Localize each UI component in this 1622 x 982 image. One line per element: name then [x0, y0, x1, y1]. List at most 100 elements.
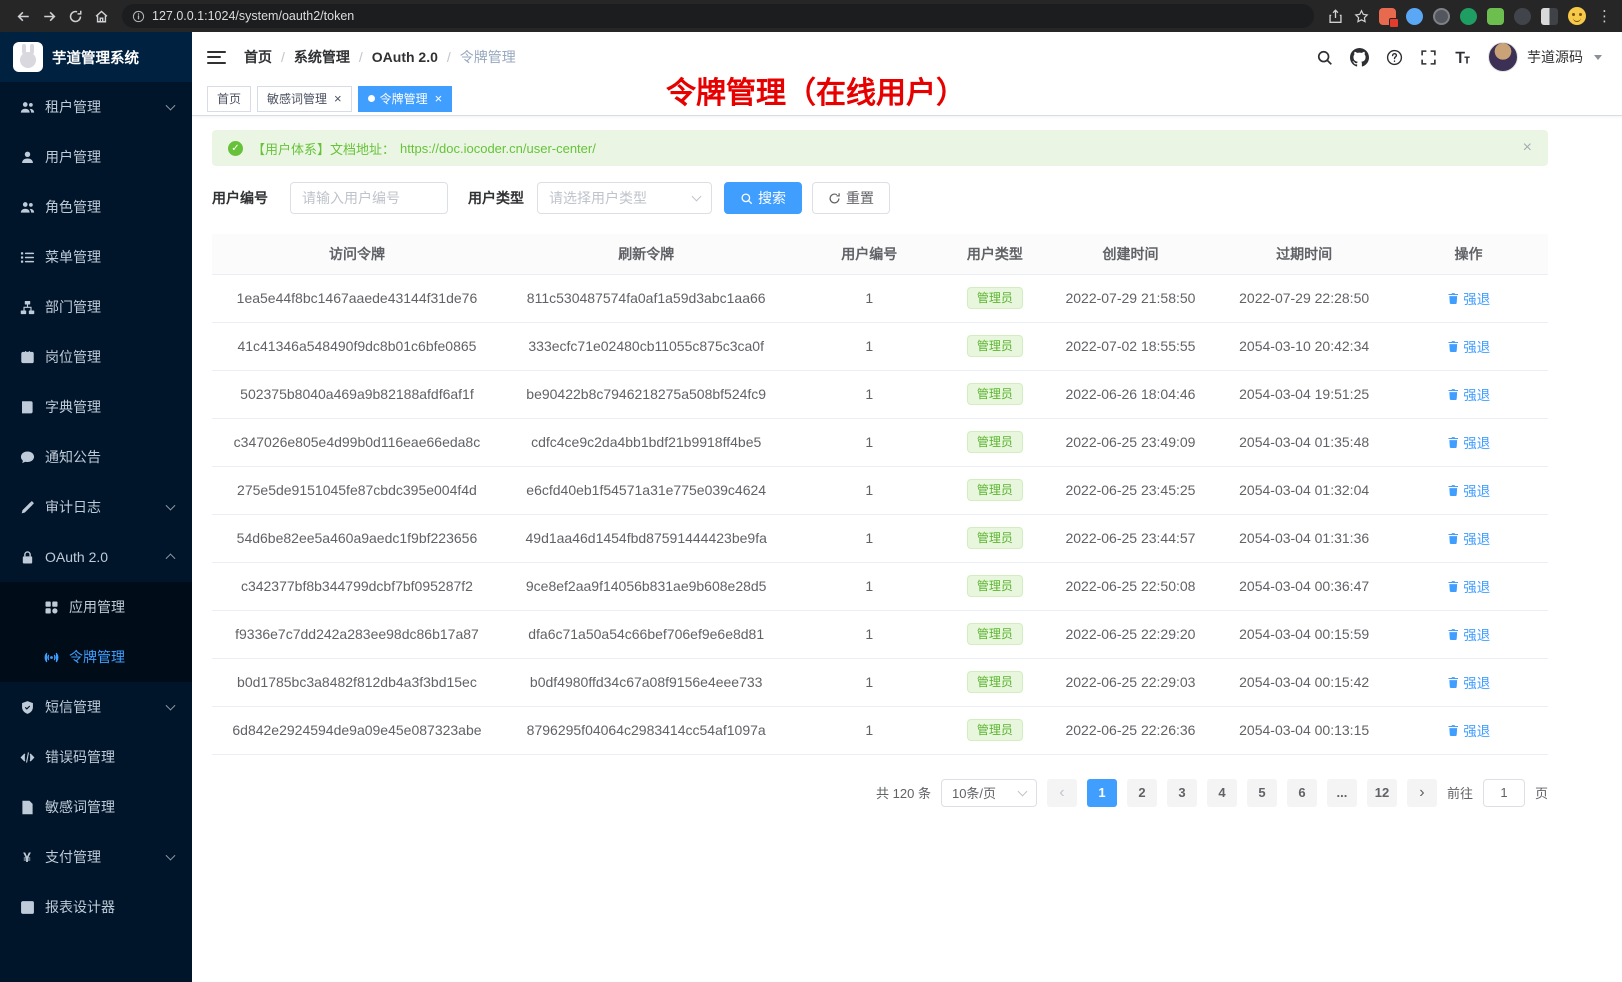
address-bar[interactable]: 127.0.0.1:1024/system/oauth2/token [122, 4, 1314, 28]
search-form: 用户编号 用户类型 请选择用户类型 搜索 重置 [212, 182, 1548, 214]
user-id-input[interactable] [290, 182, 448, 214]
user-avatar[interactable] [1488, 42, 1518, 72]
force-logout-button[interactable]: 强退 [1447, 288, 1491, 308]
search-button[interactable]: 搜索 [724, 182, 802, 214]
back-icon[interactable] [10, 4, 36, 28]
alert-close-icon[interactable]: × [1523, 140, 1532, 156]
breadcrumb-item[interactable]: 首页 [244, 47, 272, 67]
sidebar-item-label: OAuth 2.0 [45, 549, 108, 565]
shield-icon [19, 699, 35, 715]
goto-page-input[interactable] [1483, 779, 1525, 807]
created-time-cell: 2022-06-25 22:26:36 [1042, 706, 1220, 754]
sidebar-item[interactable]: 应用管理 [0, 582, 192, 632]
force-logout-button[interactable]: 强退 [1447, 480, 1491, 500]
access-token-cell: c342377bf8b344799dcbf7bf095287f2 [212, 562, 502, 610]
forward-icon[interactable] [36, 4, 62, 28]
prev-page-button[interactable]: ‹ [1047, 779, 1077, 807]
page-button[interactable]: 5 [1247, 779, 1277, 807]
table-row: b0d1785bc3a8482f812db4a3f3bd15ecb0df4980… [212, 658, 1548, 706]
sidebar-item[interactable]: 菜单管理 [0, 232, 192, 282]
force-logout-button[interactable]: 强退 [1447, 336, 1491, 356]
extension-icon[interactable] [1379, 8, 1396, 25]
force-logout-button[interactable]: 强退 [1447, 432, 1491, 452]
search-icon[interactable] [1316, 49, 1333, 66]
reset-button[interactable]: 重置 [812, 182, 890, 214]
tree-icon [19, 299, 35, 315]
pagination-ellipsis[interactable]: ... [1327, 779, 1357, 807]
user-type-select[interactable]: 请选择用户类型 [537, 182, 712, 214]
help-icon[interactable] [1386, 49, 1403, 66]
extension-icon[interactable] [1514, 8, 1531, 25]
app-frame: 芋道管理系统 租户管理用户管理角色管理菜单管理部门管理岗位管理字典管理通知公告审… [0, 32, 1622, 982]
profile-avatar-icon[interactable] [1568, 7, 1586, 25]
sidebar-item[interactable]: 短信管理 [0, 682, 192, 732]
force-logout-button[interactable]: 强退 [1447, 384, 1491, 404]
extension-icon[interactable] [1541, 8, 1558, 25]
extension-icon[interactable] [1460, 8, 1477, 25]
site-info-icon[interactable] [132, 10, 145, 23]
page-button[interactable]: 2 [1127, 779, 1157, 807]
share-icon[interactable] [1322, 4, 1348, 28]
sidebar-item[interactable]: 报表设计器 [0, 882, 192, 932]
extension-icon[interactable] [1487, 8, 1504, 25]
column-header: 用户编号 [790, 234, 948, 274]
bookmark-star-icon[interactable] [1348, 4, 1374, 28]
sidebar-item[interactable]: OAuth 2.0 [0, 532, 192, 582]
tab-label: 首页 [217, 90, 241, 107]
extension-icon[interactable] [1433, 8, 1450, 25]
chat-icon [19, 449, 35, 465]
sidebar-item-label: 敏感词管理 [45, 797, 115, 817]
reload-icon[interactable] [62, 4, 88, 28]
sidebar-item[interactable]: 角色管理 [0, 182, 192, 232]
sidebar-item[interactable]: 令牌管理 [0, 632, 192, 682]
view-tab[interactable]: 令牌管理× [358, 86, 453, 112]
browser-toolbar: 127.0.0.1:1024/system/oauth2/token ⋮ [0, 0, 1622, 32]
breadcrumb-item[interactable]: OAuth 2.0 [372, 49, 438, 65]
expire-time-cell: 2054-03-04 01:31:36 [1219, 514, 1389, 562]
page-button[interactable]: 6 [1287, 779, 1317, 807]
chevron-down-icon[interactable] [1594, 55, 1602, 60]
sidebar-item[interactable]: 岗位管理 [0, 332, 192, 382]
fullscreen-icon[interactable] [1420, 49, 1437, 66]
page-size-select[interactable]: 10条/页 [941, 779, 1037, 807]
sidebar-item[interactable]: 错误码管理 [0, 732, 192, 782]
sidebar-item[interactable]: 敏感词管理 [0, 782, 192, 832]
user-type-cell: 管理员 [948, 514, 1042, 562]
force-logout-button[interactable]: 强退 [1447, 672, 1491, 692]
github-icon[interactable] [1350, 48, 1369, 67]
sidebar-item[interactable]: 通知公告 [0, 432, 192, 482]
sidebar-item[interactable]: 字典管理 [0, 382, 192, 432]
sidebar-item[interactable]: 租户管理 [0, 82, 192, 132]
force-logout-button[interactable]: 强退 [1447, 720, 1491, 740]
browser-menu-icon[interactable]: ⋮ [1597, 7, 1612, 25]
page-button[interactable]: 1 [1087, 779, 1117, 807]
sidebar-item[interactable]: 部门管理 [0, 282, 192, 332]
expire-time-cell: 2054-03-04 19:51:25 [1219, 370, 1389, 418]
sidebar-menu: 租户管理用户管理角色管理菜单管理部门管理岗位管理字典管理通知公告审计日志 OAut… [0, 82, 192, 982]
force-logout-button[interactable]: 强退 [1447, 624, 1491, 644]
view-tab[interactable]: 敏感词管理× [257, 86, 352, 112]
force-logout-button[interactable]: 强退 [1447, 576, 1491, 596]
doc-link[interactable]: https://doc.iocoder.cn/user-center/ [400, 141, 596, 156]
close-icon[interactable]: × [334, 92, 342, 105]
home-icon[interactable] [88, 4, 114, 28]
close-icon[interactable]: × [435, 92, 443, 105]
expire-time-cell: 2022-07-29 22:28:50 [1219, 274, 1389, 322]
sidebar-item[interactable]: 用户管理 [0, 132, 192, 182]
font-size-icon[interactable] [1454, 49, 1471, 66]
page-button[interactable]: 12 [1367, 779, 1397, 807]
breadcrumb-item[interactable]: 系统管理 [294, 47, 350, 67]
app-logo-row[interactable]: 芋道管理系统 [0, 32, 192, 82]
page-button[interactable]: 3 [1167, 779, 1197, 807]
extension-icon[interactable] [1406, 8, 1423, 25]
user-type-cell: 管理员 [948, 658, 1042, 706]
next-page-button[interactable]: › [1407, 779, 1437, 807]
page-button[interactable]: 4 [1207, 779, 1237, 807]
expire-time-cell: 2054-03-04 00:36:47 [1219, 562, 1389, 610]
collapse-menu-icon[interactable] [207, 51, 226, 64]
table-row: f9336e7c7dd242a283ee98dc86b17a87dfa6c71a… [212, 610, 1548, 658]
sidebar-item[interactable]: ¥支付管理 [0, 832, 192, 882]
view-tab[interactable]: 首页 [207, 86, 251, 112]
force-logout-button[interactable]: 强退 [1447, 528, 1491, 548]
sidebar-item[interactable]: 审计日志 [0, 482, 192, 532]
